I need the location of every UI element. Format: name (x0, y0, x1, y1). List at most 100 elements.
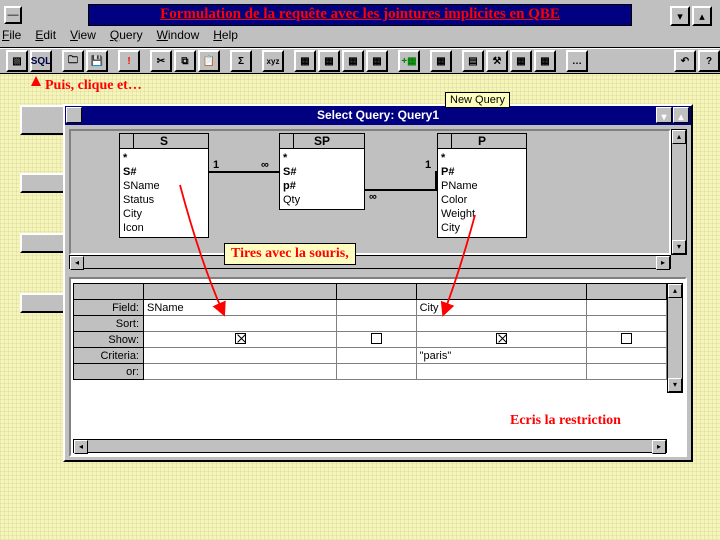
tool-undo[interactable]: ↶ (674, 50, 696, 72)
cell-criteria-2[interactable] (337, 348, 417, 364)
app-control-box[interactable]: — (4, 6, 22, 24)
p-field-star[interactable]: * (441, 151, 523, 165)
tool-q4[interactable]: ▦ (366, 50, 388, 72)
menu-window[interactable]: Window (157, 28, 200, 46)
cell-field-1[interactable]: SName (144, 300, 337, 316)
menu-file[interactable]: File (2, 28, 21, 46)
tool-q2[interactable]: ▦ (318, 50, 340, 72)
s-field-sname[interactable]: SName (123, 179, 205, 193)
tool-more[interactable]: … (566, 50, 588, 72)
sp-field-sno[interactable]: S# (283, 165, 361, 179)
cell-or-2[interactable] (337, 364, 417, 380)
join-s-sp-many: ∞ (261, 159, 269, 171)
tool-analyze[interactable]: ▦ (534, 50, 556, 72)
tool-save[interactable]: 💾 (86, 50, 108, 72)
cell-criteria-3[interactable]: "paris" (416, 348, 587, 364)
cell-field-4[interactable] (587, 300, 667, 316)
grid-hscroll[interactable]: ◂ ▸ (73, 439, 667, 453)
cell-criteria-1[interactable] (144, 348, 337, 364)
cell-show-1[interactable] (144, 332, 337, 348)
cell-criteria-4[interactable] (587, 348, 667, 364)
qbe-grid[interactable]: Field: SName City Sort: Show: (73, 283, 667, 380)
cell-field-3[interactable]: City (416, 300, 587, 316)
scroll-up-icon[interactable]: ▴ (672, 130, 686, 144)
row-label-sort: Sort: (74, 316, 144, 332)
tool-q1[interactable]: ▦ (294, 50, 316, 72)
tool-run[interactable]: ! (118, 50, 140, 72)
sp-field-qty[interactable]: Qty (283, 193, 361, 207)
query-window-min[interactable]: ▾ (656, 107, 672, 123)
query-window-title: Select Query: Query1 (317, 108, 439, 122)
qbe-grid-pane: Field: SName City Sort: Show: (69, 277, 687, 457)
minimize-button[interactable]: ▾ (670, 6, 690, 26)
field-list-sp[interactable]: SP * S# p# Qty (279, 133, 365, 210)
join-s-sp[interactable] (209, 171, 279, 173)
cell-show-4[interactable] (587, 332, 667, 348)
cell-show-2[interactable] (337, 332, 417, 348)
p-field-weight[interactable]: Weight (441, 207, 523, 221)
s-field-status[interactable]: Status (123, 193, 205, 207)
s-field-city[interactable]: City (123, 207, 205, 221)
checkbox-icon[interactable] (496, 333, 507, 344)
query-window-control-box[interactable] (66, 107, 82, 123)
checkbox-icon[interactable] (235, 333, 246, 344)
cell-field-2[interactable] (337, 300, 417, 316)
scroll-left-icon[interactable]: ◂ (74, 440, 88, 454)
maximize-button[interactable]: ▴ (692, 6, 712, 26)
cell-sort-1[interactable] (144, 316, 337, 332)
tool-totals[interactable]: Σ (230, 50, 252, 72)
cell-sort-4[interactable] (587, 316, 667, 332)
tables-pane-vscroll[interactable]: ▴ ▾ (671, 129, 687, 255)
grid-vscroll[interactable]: ▴ ▾ (667, 283, 683, 393)
s-field-star[interactable]: * (123, 151, 205, 165)
p-field-color[interactable]: Color (441, 193, 523, 207)
field-list-s[interactable]: S * S# SName Status City Icon (119, 133, 209, 238)
cell-or-1[interactable] (144, 364, 337, 380)
cell-show-3[interactable] (416, 332, 587, 348)
slide-title-banner: Formulation de la requête avec les joint… (88, 4, 632, 26)
cell-sort-2[interactable] (337, 316, 417, 332)
menu-help[interactable]: Help (213, 28, 238, 46)
table-p-title: P (478, 134, 486, 148)
checkbox-icon[interactable] (371, 333, 382, 344)
tool-context-help[interactable]: ? (698, 50, 720, 72)
query-window-titlebar[interactable]: Select Query: Query1 ▾ ▴ (65, 106, 691, 125)
tool-builder[interactable]: ⚒ (486, 50, 508, 72)
tool-paste[interactable]: 📋 (198, 50, 220, 72)
menu-query[interactable]: Query (110, 28, 143, 46)
tables-pane-hscroll[interactable]: ◂ ▸ (69, 255, 671, 269)
tool-copy[interactable]: ⧉ (174, 50, 196, 72)
query-window-max[interactable]: ▴ (673, 107, 689, 123)
tool-open[interactable]: 🗀 (62, 50, 84, 72)
sp-field-pno[interactable]: p# (283, 179, 361, 193)
menu-view[interactable]: View (70, 28, 96, 46)
cell-sort-3[interactable] (416, 316, 587, 332)
p-field-pname[interactable]: PName (441, 179, 523, 193)
p-field-pno[interactable]: P# (441, 165, 523, 179)
scroll-right-icon[interactable]: ▸ (656, 256, 670, 270)
tool-new-query[interactable]: ▦ (430, 50, 452, 72)
s-field-icon[interactable]: Icon (123, 221, 205, 235)
sp-field-star[interactable]: * (283, 151, 361, 165)
scroll-down-icon[interactable]: ▾ (668, 378, 682, 392)
cell-or-4[interactable] (587, 364, 667, 380)
scroll-right-icon[interactable]: ▸ (652, 440, 666, 454)
checkbox-icon[interactable] (621, 333, 632, 344)
p-field-city[interactable]: City (441, 221, 523, 235)
tool-cut[interactable]: ✂ (150, 50, 172, 72)
tool-db[interactable]: ▤ (462, 50, 484, 72)
tool-add-table[interactable]: +▦ (398, 50, 420, 72)
join-sp-p-many: ∞ (369, 191, 377, 203)
scroll-up-icon[interactable]: ▴ (668, 284, 682, 298)
tool-q3[interactable]: ▦ (342, 50, 364, 72)
scroll-down-icon[interactable]: ▾ (672, 240, 686, 254)
cell-or-3[interactable] (416, 364, 587, 380)
tool-tablenames[interactable]: xyz (262, 50, 284, 72)
scroll-left-icon[interactable]: ◂ (70, 256, 84, 270)
tool-design[interactable]: ▧ (6, 50, 28, 72)
field-list-p[interactable]: P * P# PName Color Weight City (437, 133, 527, 238)
menu-edit[interactable]: Edit (35, 28, 56, 46)
tool-autoform[interactable]: ▦ (510, 50, 532, 72)
tool-sql[interactable]: SQL (30, 50, 52, 72)
s-field-sno[interactable]: S# (123, 165, 205, 179)
